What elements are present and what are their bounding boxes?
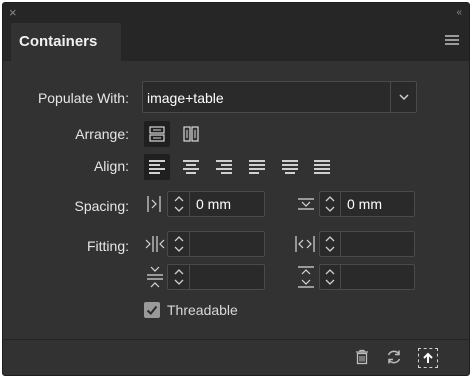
- close-icon[interactable]: ×: [9, 5, 17, 20]
- vertical-spacing-icon: [295, 191, 317, 217]
- containers-panel: × « Containers Populate With: image+tabl…: [2, 2, 470, 376]
- fit-vertical-outside-icon: [144, 264, 166, 290]
- spacing-label: Spacing:: [74, 198, 129, 214]
- panel-titlebar: [3, 3, 469, 23]
- threadable-checkbox[interactable]: [144, 302, 160, 318]
- justify-all-button[interactable]: [309, 154, 335, 180]
- collapse-icon[interactable]: «: [456, 5, 461, 20]
- fit-vertical-inside-icon: [295, 264, 317, 290]
- fitting-label: Fitting:: [86, 238, 129, 254]
- vertical-spacing-value: 0 mm: [347, 196, 382, 212]
- arrange-vertical-button[interactable]: [178, 121, 204, 147]
- refresh-icon[interactable]: [385, 348, 403, 366]
- arrange-vertical-icon: [183, 126, 199, 142]
- populate-label: Populate With:: [37, 90, 129, 106]
- tab-containers-label: Containers: [19, 33, 98, 50]
- arrange-label: Arrange:: [75, 126, 129, 142]
- stepper-arrows-icon[interactable]: [319, 193, 341, 217]
- justify-center-icon: [282, 160, 298, 174]
- arrange-horizontal-icon: [149, 126, 165, 142]
- justify-left-button[interactable]: [244, 154, 270, 180]
- justify-center-button[interactable]: [277, 154, 303, 180]
- populate-value: image+table: [147, 90, 224, 106]
- horizontal-spacing-icon: [144, 191, 164, 217]
- arrange-horizontal-button[interactable]: [144, 121, 170, 147]
- checkmark-icon: [146, 305, 158, 315]
- stepper-arrows-icon[interactable]: [319, 266, 341, 290]
- align-left-icon: [149, 160, 165, 174]
- trash-icon[interactable]: [353, 348, 371, 366]
- panel-menu-icon[interactable]: [445, 35, 459, 47]
- align-left-button[interactable]: [144, 154, 170, 180]
- stepper-arrows-icon[interactable]: [168, 193, 190, 217]
- align-center-icon: [183, 160, 199, 174]
- justify-left-icon: [249, 160, 265, 174]
- stepper-arrows-icon[interactable]: [168, 266, 190, 290]
- chevron-down-icon[interactable]: [398, 91, 410, 105]
- horizontal-spacing-value: 0 mm: [196, 196, 231, 212]
- fitting-stepper-4[interactable]: [340, 264, 362, 290]
- threadable-label[interactable]: Threadable: [167, 302, 238, 318]
- stepper-arrows-icon[interactable]: [319, 233, 341, 257]
- fitting-stepper-3[interactable]: [189, 264, 211, 290]
- justify-all-icon: [314, 160, 330, 174]
- fitting-stepper-2[interactable]: [340, 231, 362, 257]
- stepper-arrows-icon[interactable]: [168, 233, 190, 257]
- align-right-button[interactable]: [211, 154, 237, 180]
- align-right-icon: [216, 160, 232, 174]
- export-icon[interactable]: [418, 348, 438, 368]
- select-divider: [390, 82, 391, 112]
- fit-horizontal-outside-icon: [144, 231, 166, 257]
- align-label: Align:: [93, 158, 129, 174]
- fit-horizontal-inside-icon: [293, 231, 317, 257]
- align-center-button[interactable]: [178, 154, 204, 180]
- fitting-stepper-1[interactable]: [189, 231, 211, 257]
